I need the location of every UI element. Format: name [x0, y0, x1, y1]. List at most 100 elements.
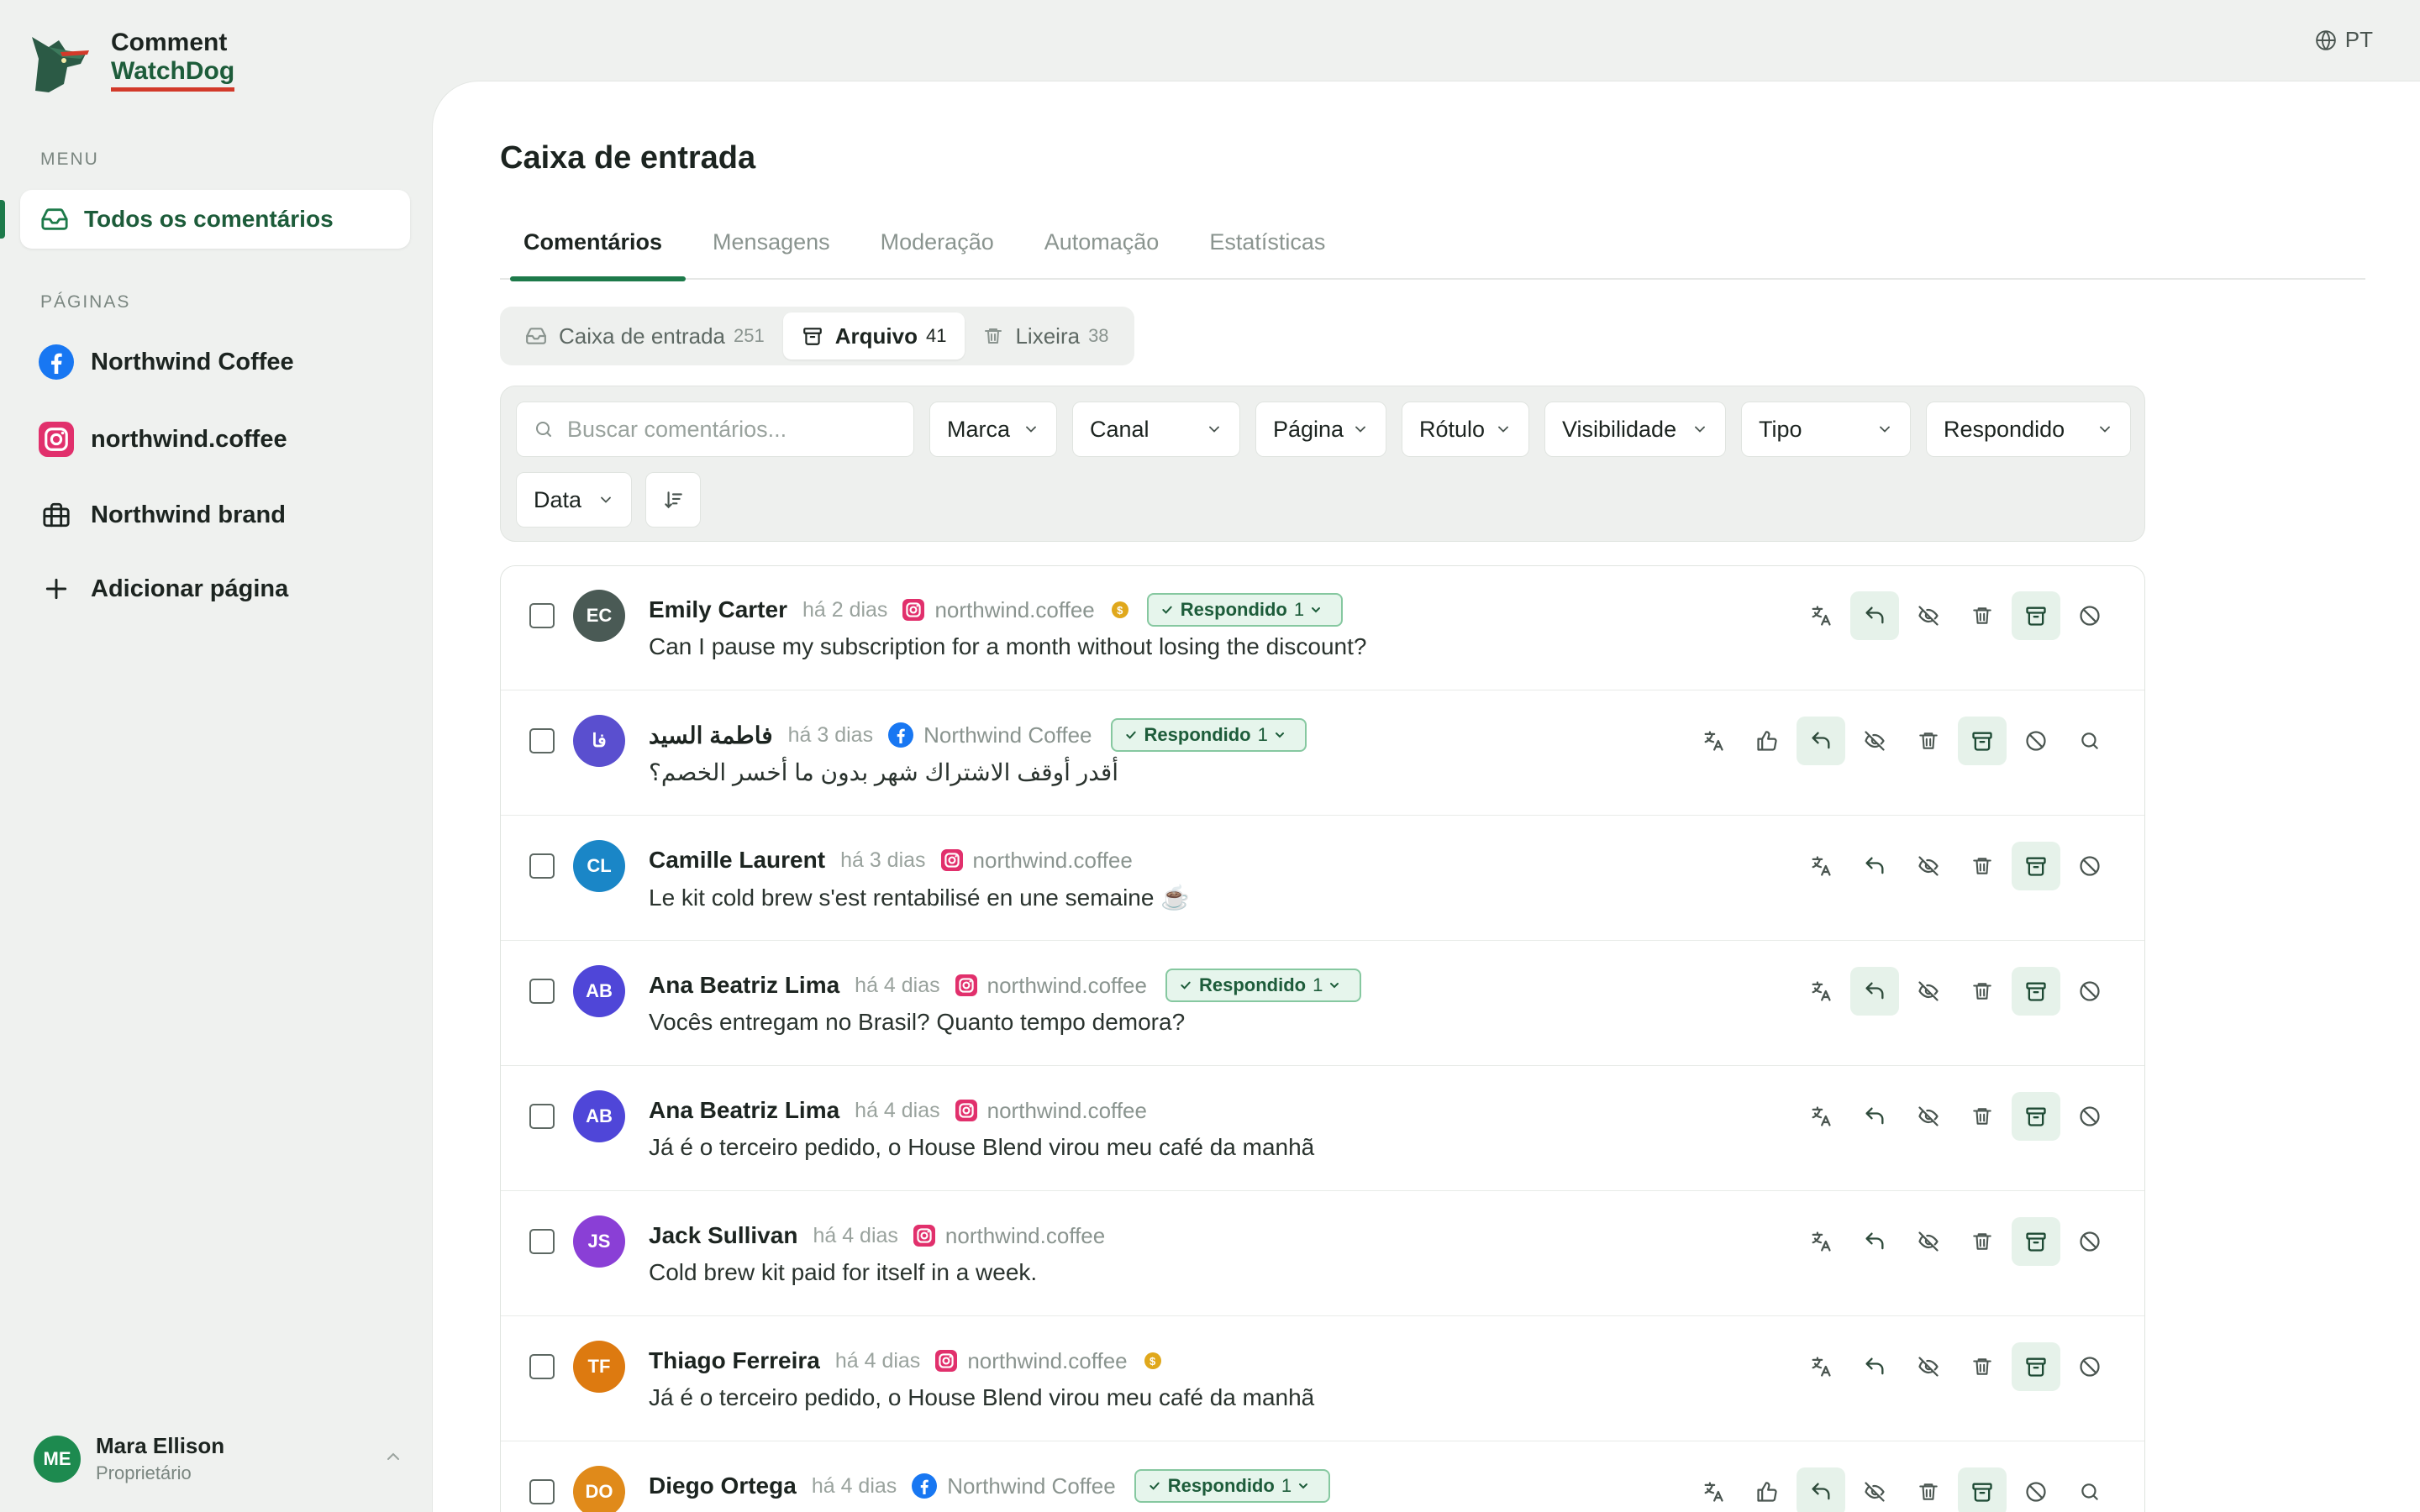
delete-button[interactable]	[1904, 717, 1953, 765]
block-button[interactable]	[2065, 842, 2114, 890]
block-button[interactable]	[2012, 1467, 2060, 1512]
translate-button[interactable]	[1797, 967, 1845, 1016]
comment-author[interactable]: فاطمة السيد	[649, 722, 773, 749]
select-checkbox[interactable]	[529, 1229, 555, 1254]
like-button[interactable]	[1743, 1467, 1791, 1512]
archive-button[interactable]	[2012, 1217, 2060, 1266]
segment-trash[interactable]: Lixeira 38	[965, 312, 1127, 360]
comment-source[interactable]: northwind.coffee	[935, 1348, 1128, 1374]
reply-button[interactable]	[1850, 1217, 1899, 1266]
search-input[interactable]	[567, 416, 886, 443]
filter-type[interactable]: Tipo	[1741, 402, 1911, 457]
search-box[interactable]	[516, 402, 914, 457]
comment-row[interactable]: JS Jack Sullivan há 4 dias northwind.cof…	[501, 1192, 2144, 1316]
archive-button[interactable]	[2012, 1342, 2060, 1391]
archive-button[interactable]	[1958, 717, 2007, 765]
comment-source[interactable]: northwind.coffee	[955, 1098, 1147, 1124]
block-button[interactable]	[2012, 717, 2060, 765]
block-button[interactable]	[2065, 1217, 2114, 1266]
reply-button[interactable]	[1850, 591, 1899, 640]
tab-messages[interactable]: Mensagens	[689, 221, 854, 280]
comment-author[interactable]: Thiago Ferreira	[649, 1347, 820, 1374]
reply-button[interactable]	[1850, 1342, 1899, 1391]
reply-button[interactable]	[1850, 1092, 1899, 1141]
comment-author[interactable]: Jack Sullivan	[649, 1222, 797, 1249]
hide-button[interactable]	[1850, 1467, 1899, 1512]
search-author-button[interactable]	[2065, 717, 2114, 765]
comment-author[interactable]: Camille Laurent	[649, 847, 825, 874]
select-checkbox[interactable]	[529, 728, 555, 753]
comment-row[interactable]: فا فاطمة السيد há 3 dias Northwind Coffe…	[501, 691, 2144, 816]
hide-button[interactable]	[1904, 967, 1953, 1016]
hide-button[interactable]	[1904, 1217, 1953, 1266]
reply-button[interactable]	[1797, 1467, 1845, 1512]
hide-button[interactable]	[1904, 1342, 1953, 1391]
archive-button[interactable]	[2012, 1092, 2060, 1141]
comment-row[interactable]: CL Camille Laurent há 3 dias northwind.c…	[501, 816, 2144, 941]
delete-button[interactable]	[1958, 1342, 2007, 1391]
comment-source[interactable]: Northwind Coffee	[888, 722, 1092, 748]
comment-source[interactable]: northwind.coffee	[955, 973, 1147, 999]
delete-button[interactable]	[1958, 1092, 2007, 1141]
comment-row[interactable]: TF Thiago Ferreira há 4 dias northwind.c…	[501, 1317, 2144, 1441]
segment-inbox[interactable]: Caixa de entrada 251	[507, 312, 783, 360]
select-checkbox[interactable]	[529, 979, 555, 1004]
comment-row[interactable]: DO Diego Ortega há 4 dias Northwind Coff…	[501, 1442, 2144, 1512]
add-page-button[interactable]: Adicionar página	[39, 571, 288, 606]
select-checkbox[interactable]	[529, 1354, 555, 1379]
hide-button[interactable]	[1904, 591, 1953, 640]
tab-moderation[interactable]: Moderação	[857, 221, 1018, 280]
filter-visibility[interactable]: Visibilidade	[1544, 402, 1726, 457]
comment-row[interactable]: AB Ana Beatriz Lima há 4 dias northwind.…	[501, 1067, 2144, 1191]
comment-author[interactable]: Ana Beatriz Lima	[649, 1097, 839, 1124]
comment-source[interactable]: northwind.coffee	[913, 1223, 1105, 1249]
comment-row[interactable]: AB Ana Beatriz Lima há 4 dias northwind.…	[501, 942, 2144, 1066]
tab-comments[interactable]: Comentários	[500, 221, 687, 281]
hide-button[interactable]	[1904, 842, 1953, 890]
delete-button[interactable]	[1958, 591, 2007, 640]
search-author-button[interactable]	[2065, 1467, 2114, 1512]
archive-button[interactable]	[2012, 967, 2060, 1016]
replied-badge[interactable]: Respondido 1	[1110, 718, 1307, 752]
translate-button[interactable]	[1689, 1467, 1738, 1512]
block-button[interactable]	[2065, 967, 2114, 1016]
block-button[interactable]	[2065, 1342, 2114, 1391]
sidebar-item-all-comments[interactable]: Todos os comentários	[0, 190, 410, 249]
select-checkbox[interactable]	[529, 603, 555, 628]
comment-author[interactable]: Emily Carter	[649, 596, 787, 623]
comment-row[interactable]: EC Emily Carter há 2 dias northwind.coff…	[501, 566, 2144, 690]
select-checkbox[interactable]	[529, 1479, 555, 1504]
translate-button[interactable]	[1797, 842, 1845, 890]
hide-button[interactable]	[1904, 1092, 1953, 1141]
comment-author[interactable]: Diego Ortega	[649, 1473, 797, 1499]
user-menu[interactable]: ME Mara Ellison Proprietário	[34, 1433, 403, 1484]
comment-source[interactable]: northwind.coffee	[940, 848, 1133, 874]
block-button[interactable]	[2065, 1092, 2114, 1141]
filter-page[interactable]: Página	[1255, 402, 1386, 457]
block-button[interactable]	[2065, 591, 2114, 640]
sort-button[interactable]	[645, 472, 701, 528]
filter-channel[interactable]: Canal	[1072, 402, 1240, 457]
delete-button[interactable]	[1904, 1467, 1953, 1512]
filter-label-select[interactable]: Rótulo	[1402, 402, 1529, 457]
translate-button[interactable]	[1797, 1092, 1845, 1141]
comment-source[interactable]: northwind.coffee	[902, 597, 1095, 623]
translate-button[interactable]	[1797, 1342, 1845, 1391]
tab-automation[interactable]: Automação	[1021, 221, 1183, 280]
comment-source[interactable]: Northwind Coffee	[912, 1473, 1116, 1499]
hide-button[interactable]	[1850, 717, 1899, 765]
segment-archive[interactable]: Arquivo 41	[782, 312, 965, 360]
filter-brand[interactable]: Marca	[929, 402, 1057, 457]
replied-badge[interactable]: Respondido 1	[1146, 593, 1344, 627]
select-checkbox[interactable]	[529, 1104, 555, 1129]
replied-badge[interactable]: Respondido 1	[1134, 1469, 1331, 1503]
select-checkbox[interactable]	[529, 853, 555, 879]
translate-button[interactable]	[1689, 717, 1738, 765]
tab-statistics[interactable]: Estatísticas	[1186, 221, 1349, 280]
delete-button[interactable]	[1958, 842, 2007, 890]
reply-button[interactable]	[1850, 967, 1899, 1016]
sidebar-item-northwind-instagram[interactable]: northwind.coffee	[39, 422, 287, 457]
archive-button[interactable]	[1958, 1467, 2007, 1512]
reply-button[interactable]	[1797, 717, 1845, 765]
replied-badge[interactable]: Respondido 1	[1165, 969, 1362, 1002]
